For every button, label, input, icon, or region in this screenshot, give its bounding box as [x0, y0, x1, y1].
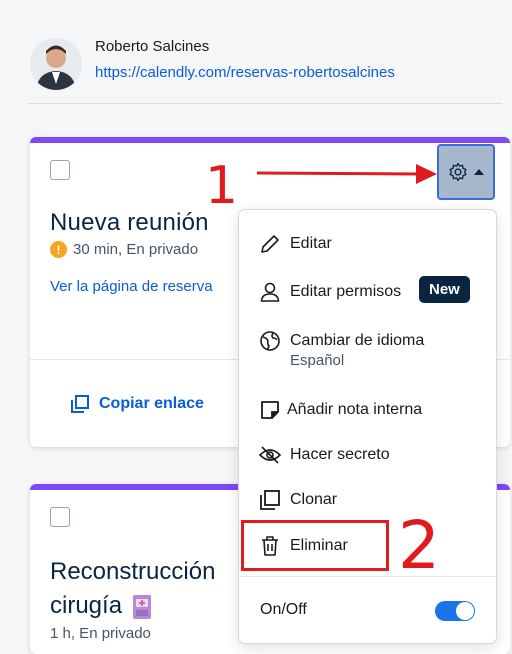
event-checkbox[interactable] [50, 507, 70, 527]
chevron-up-icon [474, 169, 484, 175]
gear-icon [449, 163, 467, 181]
globe-icon [260, 331, 280, 351]
new-badge: New [419, 276, 470, 303]
clone-icon [260, 490, 280, 510]
eye-off-icon [258, 446, 282, 464]
event-checkbox[interactable] [50, 160, 70, 180]
person-icon [260, 282, 280, 302]
menu-item-clonar[interactable]: Clonar [239, 485, 496, 515]
onoff-label: On/Off [260, 601, 307, 618]
event-title: Reconstrucción cirugía [50, 555, 215, 623]
card-color-bar [30, 137, 510, 143]
pencil-icon [261, 235, 279, 253]
settings-menu: Editar Editar permisos New Cambiar de id… [238, 209, 497, 644]
profile-name: Roberto Salcines [95, 38, 210, 55]
note-icon [261, 401, 279, 419]
menu-item-label: Clonar [290, 491, 338, 508]
menu-item-label: Editar [290, 235, 332, 252]
avatar [30, 38, 82, 90]
clinic-emoji-icon [133, 595, 152, 619]
menu-item-nota-interna[interactable]: Añadir nota interna [239, 395, 496, 425]
menu-item-label: Cambiar de idioma [290, 332, 425, 349]
menu-item-cambiar-idioma[interactable]: Cambiar de idioma Español [239, 326, 496, 369]
event-title: Nueva reunión [50, 209, 209, 236]
event-title-line2: cirugía [50, 592, 123, 619]
copy-link-label: Copiar enlace [99, 395, 204, 412]
menu-item-hacer-secreto[interactable]: Hacer secreto [239, 440, 496, 470]
booking-page-link[interactable]: Ver la página de reserva [50, 278, 213, 295]
event-meta: 1 h, En privado [50, 625, 151, 642]
copy-link-button[interactable]: Copiar enlace [70, 394, 204, 414]
onoff-toggle[interactable] [435, 601, 475, 621]
warning-icon: ! [50, 241, 67, 258]
menu-divider [239, 576, 496, 577]
toggle-knob [456, 602, 474, 620]
event-duration: 30 min, En privado [73, 241, 199, 258]
current-language: Español [290, 352, 345, 369]
highlight-eliminar-box [241, 520, 389, 571]
profile-url[interactable]: https://calendly.com/reservas-robertosal… [95, 64, 395, 81]
event-meta: ! 30 min, En privado [50, 241, 198, 258]
header-divider [28, 103, 502, 104]
settings-dropdown-button[interactable] [437, 144, 495, 200]
menu-item-editar[interactable]: Editar [239, 229, 496, 259]
profile-header: Roberto Salcines https://calendly.com/re… [0, 0, 512, 104]
menu-item-editar-permisos[interactable]: Editar permisos New [239, 276, 496, 307]
menu-item-label: Añadir nota interna [287, 401, 423, 418]
copy-icon [71, 395, 89, 413]
event-title-line1: Reconstrucción [50, 558, 216, 585]
menu-item-label: Editar permisos [290, 283, 402, 300]
menu-item-label: Hacer secreto [290, 446, 390, 463]
